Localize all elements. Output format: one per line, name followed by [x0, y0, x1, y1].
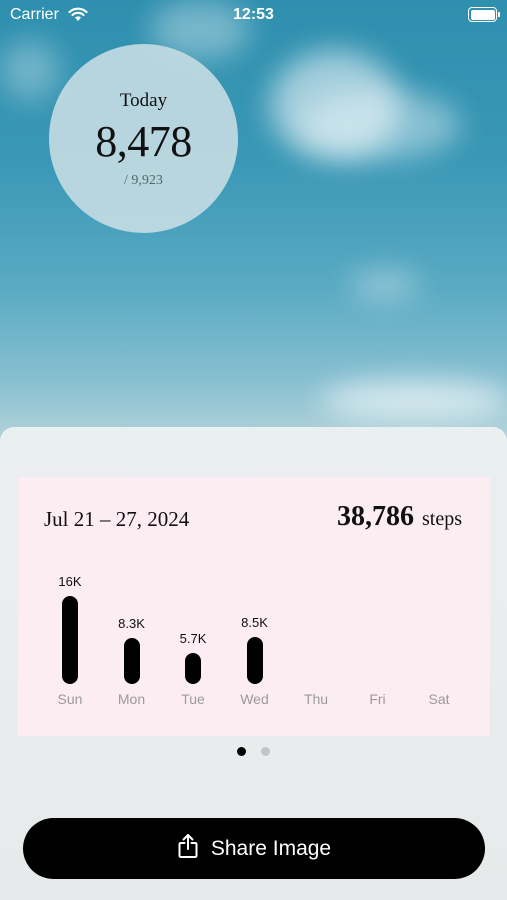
- chart-day-label-sun: Sun: [57, 691, 83, 707]
- chart-day-label-wed: Wed: [240, 691, 269, 707]
- share-image-button[interactable]: Share Image: [23, 818, 485, 879]
- chart-day-label-tue: Tue: [181, 691, 205, 707]
- chart-day-label-fri: Fri: [369, 691, 386, 707]
- chart-day-label-mon: Mon: [117, 691, 146, 707]
- today-step-count: 8,478: [95, 117, 192, 166]
- page-dot-1[interactable]: [237, 747, 246, 756]
- page-indicator[interactable]: [0, 747, 507, 757]
- chart-value-label: 8.5K: [241, 615, 268, 631]
- week-range: Jul 21 – 27, 2024: [44, 507, 190, 531]
- status-bar: Carrier 12:53: [0, 0, 507, 30]
- chart-value-label: 8.3K: [118, 616, 145, 632]
- chart-bar-mon: [123, 638, 140, 684]
- week-total-unit: steps: [422, 508, 462, 530]
- battery-icon: [468, 7, 500, 22]
- share-button-label: Share Image: [210, 836, 332, 860]
- chart-bar-sun: [62, 596, 78, 684]
- chart-day-label-sat: Sat: [428, 691, 450, 707]
- weekly-steps-chart: 16K Sun 8.3K Mon 5.7K Tue 8.5K Wed Thu Fri Sat: [18, 560, 490, 710]
- chart-day-label-thu: Thu: [303, 691, 329, 707]
- share-icon: [177, 833, 199, 864]
- today-goal: / 9,923: [124, 173, 163, 188]
- today-steps-circle: Today 8,478 / 9,923: [49, 44, 238, 233]
- week-total-steps: 38,786: [337, 501, 414, 532]
- chart-bar-wed: [246, 637, 263, 684]
- clock: 12:53: [233, 6, 274, 23]
- page-dot-2[interactable]: [261, 747, 270, 756]
- chart-bar-tue: [185, 652, 201, 684]
- chart-value-label: 16K: [58, 574, 82, 589]
- week-total: 38,786 steps: [337, 501, 462, 533]
- today-label: Today: [119, 90, 168, 111]
- chart-value-label: 5.7K: [179, 630, 207, 646]
